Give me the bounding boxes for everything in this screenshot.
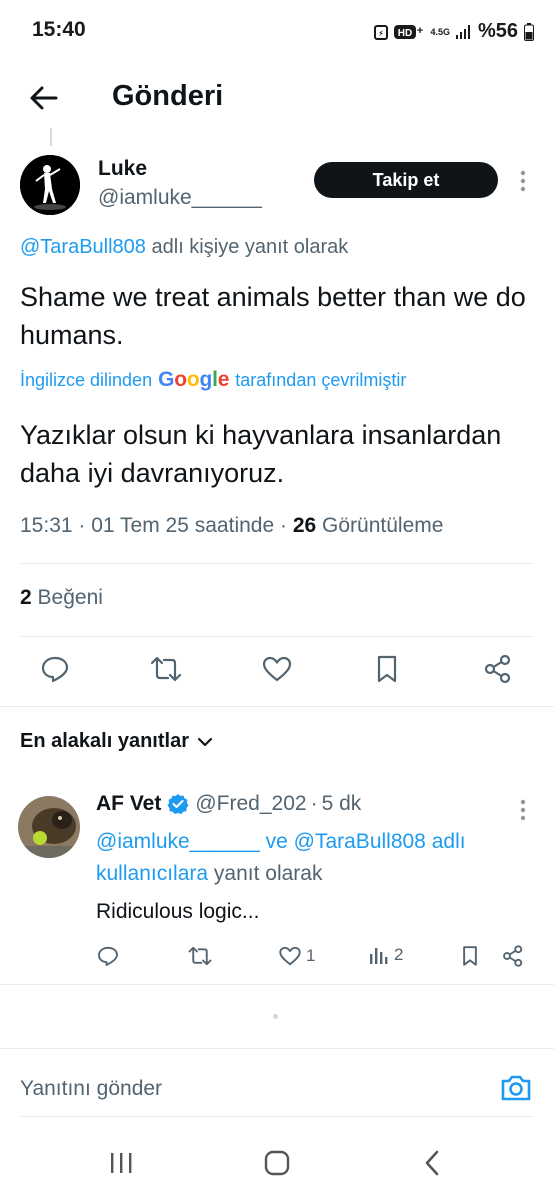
translated-text: Yazıklar olsun ki hayvanlara insanlardan…: [20, 420, 502, 488]
avatar[interactable]: [20, 155, 80, 215]
divider: [20, 636, 534, 637]
likes-summary[interactable]: 2 Beğeni: [20, 586, 103, 610]
nav-back-button[interactable]: [418, 1148, 448, 1178]
reply-to-link[interactable]: @TaraBull808: [20, 236, 146, 258]
retweet-button[interactable]: [148, 651, 184, 687]
divider: [20, 563, 534, 564]
reply-time: 5 dk: [321, 792, 362, 815]
chevron-down-icon: [197, 737, 213, 746]
reply-context-suffix: yanıt olarak: [213, 862, 323, 885]
reply-more-options-button[interactable]: [514, 797, 532, 823]
reply-reply-button[interactable]: [96, 944, 120, 968]
avatar-image: [20, 155, 80, 215]
reply-text: Ridiculous logic...: [96, 900, 260, 923]
back-arrow-icon: [30, 86, 58, 110]
reply-context-and: ve: [265, 830, 288, 853]
composer-underline: [20, 1116, 534, 1117]
translated-from: İngilizce dilinden: [20, 369, 153, 390]
bookmark-button[interactable]: [369, 651, 405, 687]
status-icons: HD + 4.5G %56: [374, 20, 534, 43]
battery-saver-icon: [374, 24, 389, 40]
likes-count: 2: [20, 586, 32, 609]
more-vertical-icon: [520, 799, 526, 821]
share-icon: [503, 945, 523, 967]
replies-sort-dropdown[interactable]: En alakalı yanıtlar: [20, 730, 213, 753]
reply-author-name[interactable]: AF Vet: [96, 792, 161, 816]
camera-icon: [501, 1075, 531, 1101]
loading-dot: [273, 1014, 278, 1019]
retweet-icon: [150, 656, 182, 682]
signal-icon: [455, 24, 470, 39]
reply-bookmark-button[interactable]: [459, 944, 481, 968]
reply-context: @iamluke______ ve @TaraBull808 adlı kull…: [96, 826, 536, 890]
home-icon: [264, 1150, 290, 1176]
tweet-date: 01 Tem 25 saatinde: [91, 514, 275, 537]
reply-button[interactable]: [37, 651, 73, 687]
heart-icon: [279, 946, 301, 966]
reply-like-count: 1: [306, 946, 316, 965]
follow-button[interactable]: Takip et: [314, 162, 498, 198]
recent-apps-button[interactable]: [106, 1148, 136, 1178]
network-type: 4.5G: [430, 26, 450, 37]
divider: [0, 706, 554, 707]
status-time: 15:40: [32, 18, 86, 41]
reply-share-button[interactable]: [501, 944, 525, 968]
sort-label: En alakalı yanıtlar: [20, 730, 189, 752]
translated-suffix: tarafından çevrilmiştir: [235, 369, 407, 390]
reply-views-count: 2: [394, 945, 404, 964]
author-name[interactable]: Luke: [98, 157, 147, 181]
tweet-time: 15:31: [20, 514, 73, 537]
reply-retweet-button[interactable]: [187, 944, 213, 968]
battery-percent: %56: [477, 20, 518, 42]
reply-context-text: adlı kişiye yanıt olarak: [151, 236, 349, 258]
reply-views-button[interactable]: 2: [368, 944, 403, 966]
views-label: Görüntüleme: [322, 514, 444, 537]
home-button[interactable]: [262, 1148, 292, 1178]
google-logo: Google: [158, 368, 230, 391]
divider: [0, 1048, 554, 1049]
thread-connector: [50, 128, 52, 146]
bookmark-icon: [463, 946, 477, 966]
share-icon: [484, 654, 511, 684]
svg-text:+: +: [417, 25, 423, 37]
like-button[interactable]: [259, 651, 295, 687]
reply-avatar-image: [18, 796, 80, 858]
reply-context-link-2[interactable]: @TaraBull808: [294, 830, 426, 853]
recent-apps-icon: [111, 1153, 132, 1173]
divider: [0, 984, 554, 985]
author-handle[interactable]: @iamluke______: [98, 186, 262, 210]
heart-icon: [262, 656, 292, 682]
reply-author-handle[interactable]: @Fred_202: [195, 792, 306, 816]
camera-button[interactable]: [498, 1070, 534, 1106]
battery-icon: [524, 22, 534, 41]
translation-note[interactable]: İngilizce dilinden Google tarafından çev…: [20, 368, 406, 392]
reply-composer-input[interactable]: [20, 1074, 460, 1104]
reply-header: AF Vet @Fred_202 · 5 dk: [96, 792, 362, 816]
verified-icon: [167, 794, 189, 814]
reply-like-button[interactable]: 1: [278, 944, 315, 968]
more-options-button[interactable]: [514, 168, 532, 194]
likes-label: Beğeni: [37, 586, 103, 609]
nav-back-icon: [425, 1150, 439, 1176]
reply-context: @TaraBull808 adlı kişiye yanıt olarak: [20, 236, 348, 259]
retweet-icon: [188, 946, 212, 966]
hd-icon: HD +: [394, 24, 424, 39]
back-button[interactable]: [24, 78, 64, 118]
svg-text:HD: HD: [398, 28, 412, 39]
analytics-icon: [370, 948, 388, 964]
reply-icon: [41, 656, 69, 683]
reply-context-link-1[interactable]: @iamluke______: [96, 830, 260, 853]
share-button[interactable]: [480, 651, 516, 687]
reply-icon: [98, 946, 118, 966]
reply-avatar[interactable]: [18, 796, 80, 858]
tweet-meta: 15:31 · 01 Tem 25 saatinde · 26 Görüntül…: [20, 514, 444, 537]
tweet-text: Shame we treat animals better than we do…: [20, 282, 526, 350]
views-count: 26: [292, 514, 317, 537]
bookmark-icon: [377, 655, 397, 683]
page-title: Gönderi: [112, 80, 224, 112]
more-vertical-icon: [520, 170, 526, 192]
